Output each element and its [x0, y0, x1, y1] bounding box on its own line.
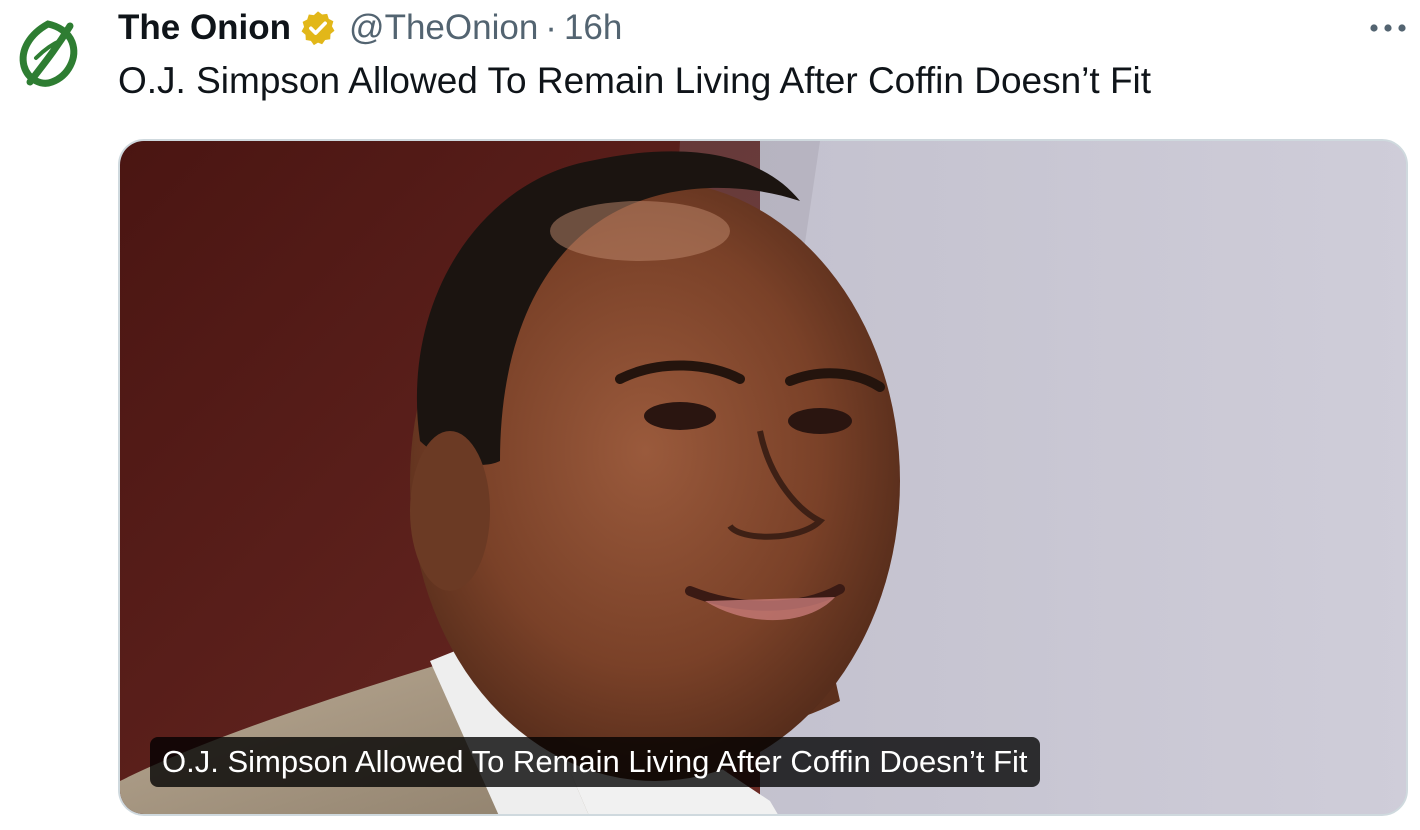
handle[interactable]: @TheOnion [349, 8, 538, 48]
link-caption: O.J. Simpson Allowed To Remain Living Af… [150, 737, 1040, 787]
more-button[interactable] [1366, 10, 1410, 46]
tweet-text: O.J. Simpson Allowed To Remain Living Af… [118, 60, 1152, 101]
verified-badge-icon[interactable] [299, 9, 337, 47]
separator-dot: · [545, 8, 557, 47]
article-photo [120, 141, 1406, 814]
timestamp[interactable]: 16h [564, 8, 622, 48]
tweet-header: The Onion @TheOnion · 16h [118, 6, 622, 50]
tweet: The Onion @TheOnion · 16h O.J. Simpson A… [0, 0, 1420, 830]
onion-logo-icon [19, 20, 78, 87]
media-card[interactable]: O.J. Simpson Allowed To Remain Living Af… [118, 139, 1408, 816]
more-horizontal-icon [1370, 24, 1406, 32]
avatar[interactable] [0, 4, 96, 100]
display-name[interactable]: The Onion [118, 8, 291, 48]
